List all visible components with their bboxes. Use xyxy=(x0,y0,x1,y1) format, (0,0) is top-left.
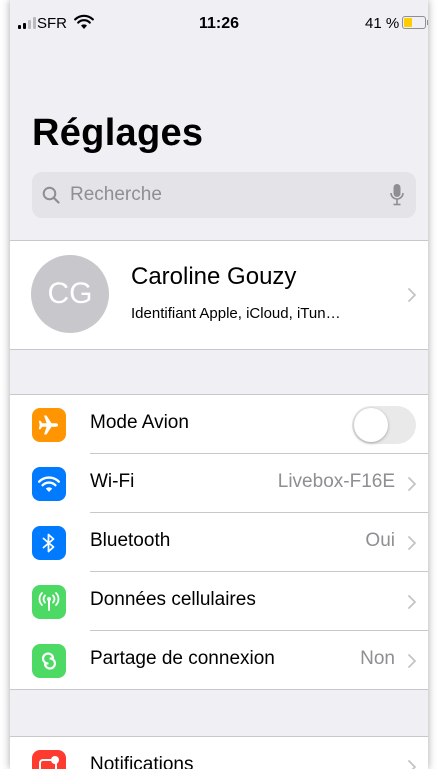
connectivity-group: Mode Avion Wi-Fi Livebox-F16E Bluetooth … xyxy=(10,394,428,690)
profile-name: Caroline Gouzy xyxy=(131,263,297,290)
cellular-data-label: Données cellulaires xyxy=(90,589,256,610)
search-icon xyxy=(42,186,60,204)
chevron-right-icon xyxy=(408,477,416,491)
bluetooth-value: Oui xyxy=(365,530,395,551)
battery-icon xyxy=(402,16,428,29)
page-title: Réglages xyxy=(32,112,204,154)
settings-row-personal-hotspot[interactable]: Partage de connexion Non xyxy=(32,630,428,689)
bluetooth-label: Bluetooth xyxy=(90,530,171,551)
battery-percent: 41 % xyxy=(365,15,400,32)
settings-row-airplane-mode[interactable]: Mode Avion xyxy=(10,395,428,453)
chevron-right-icon xyxy=(408,288,416,302)
bluetooth-icon xyxy=(32,526,66,560)
settings-row-bluetooth[interactable]: Bluetooth Oui xyxy=(32,512,428,571)
notifications-icon xyxy=(32,750,66,769)
wifi-icon xyxy=(32,467,66,501)
notifications-label: Notifications xyxy=(90,754,194,769)
airplane-mode-toggle[interactable] xyxy=(352,406,416,444)
toggle-knob xyxy=(354,408,388,442)
notifications-group: Notifications xyxy=(10,736,428,769)
wifi-network-value: Livebox-F16E xyxy=(277,471,395,492)
apple-id-profile[interactable]: CG Caroline Gouzy Identifiant Apple, iCl… xyxy=(10,240,428,350)
chevron-right-icon xyxy=(408,595,416,609)
personal-hotspot-value: Non xyxy=(360,648,395,669)
status-bar: SFR 11:26 41 % xyxy=(10,0,428,40)
chevron-right-icon xyxy=(408,654,416,668)
microphone-icon[interactable] xyxy=(390,183,404,207)
chevron-right-icon xyxy=(408,536,416,550)
wifi-label: Wi-Fi xyxy=(90,471,135,492)
settings-screen: SFR 11:26 41 % Réglages Recherche CG Car… xyxy=(10,0,428,769)
airplane-mode-label: Mode Avion xyxy=(90,412,189,433)
link-icon xyxy=(32,644,66,678)
settings-row-wifi[interactable]: Wi-Fi Livebox-F16E xyxy=(32,453,428,512)
profile-subtitle: Identifiant Apple, iCloud, iTun… xyxy=(131,305,341,322)
settings-row-notifications[interactable]: Notifications xyxy=(10,737,428,769)
personal-hotspot-label: Partage de connexion xyxy=(90,648,275,669)
search-bar[interactable]: Recherche xyxy=(32,172,416,218)
antenna-icon xyxy=(32,585,66,619)
avatar: CG xyxy=(31,255,109,333)
airplane-icon xyxy=(32,408,66,442)
search-placeholder: Recherche xyxy=(70,184,162,205)
settings-row-cellular-data[interactable]: Données cellulaires xyxy=(32,571,428,630)
chevron-right-icon xyxy=(408,760,416,769)
